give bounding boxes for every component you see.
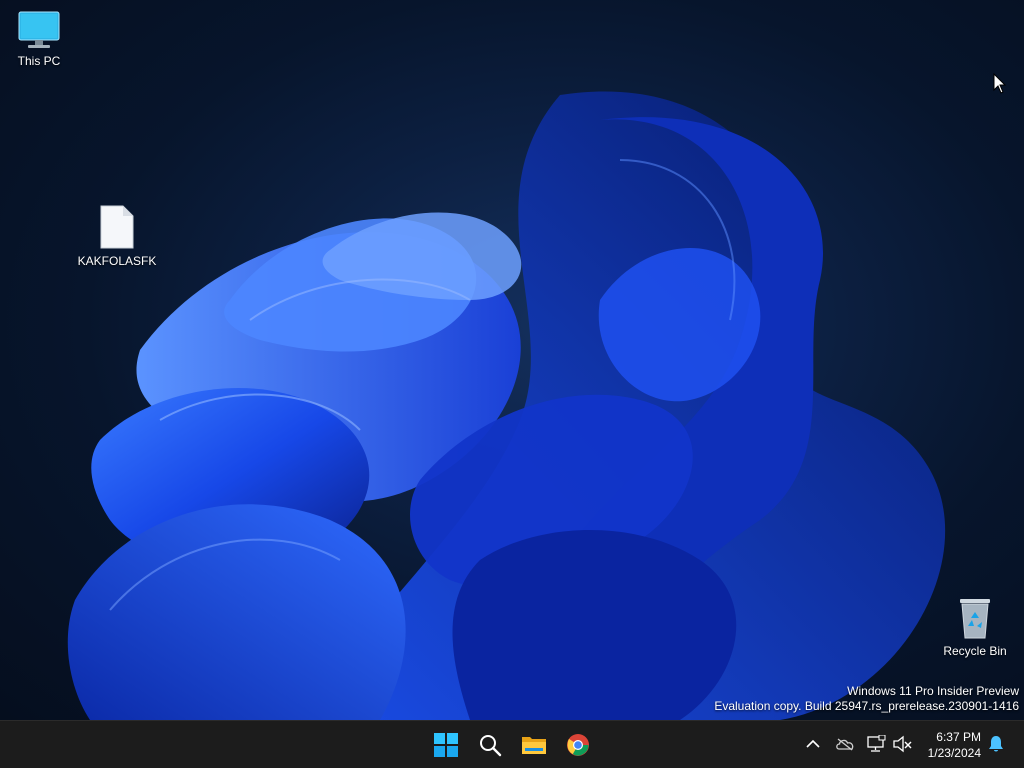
evaluation-watermark: Windows 11 Pro Insider Preview Evaluatio… xyxy=(714,684,1019,714)
mouse-pointer-icon xyxy=(993,73,1007,94)
search-button[interactable] xyxy=(472,727,508,763)
onedrive-icon xyxy=(836,738,854,751)
show-hidden-icons-button[interactable] xyxy=(802,733,824,755)
desktop-icon-label: Recycle Bin xyxy=(943,644,1007,658)
folder-icon xyxy=(522,737,546,754)
recycle-bin-icon xyxy=(960,599,990,639)
desktop-icon-recycle-bin[interactable]: Recycle Bin xyxy=(935,596,1015,658)
notification-bell-icon xyxy=(989,736,1003,752)
start-button[interactable] xyxy=(428,727,464,763)
taskbar: 6:37 PM 1/23/2024 xyxy=(0,720,1024,768)
search-icon xyxy=(480,735,502,757)
desktop-icon-this-pc[interactable]: This PC xyxy=(0,10,79,68)
chrome-icon xyxy=(567,734,589,756)
wallpaper-bloom xyxy=(67,91,946,720)
volume-tray-button[interactable] xyxy=(891,733,913,755)
network-tray-button[interactable] xyxy=(865,733,887,755)
chevron-up-icon xyxy=(806,739,820,748)
volume-muted-icon xyxy=(893,735,912,753)
this-pc-icon xyxy=(18,11,60,48)
notifications-button[interactable] xyxy=(985,733,1007,755)
desktop-icon-file[interactable]: KAKFOLASFK xyxy=(77,204,157,268)
desktop-icon-label: KAKFOLASFK xyxy=(77,254,157,268)
windows-logo-icon xyxy=(434,733,458,757)
desktop-icon-label: This PC xyxy=(17,54,61,68)
watermark-build: Evaluation copy. Build 25947.rs_prerelea… xyxy=(714,699,1019,713)
clock-button[interactable]: 6:37 PM 1/23/2024 xyxy=(928,729,981,761)
file-explorer-button[interactable] xyxy=(516,727,552,763)
network-icon xyxy=(867,735,886,752)
file-icon xyxy=(100,205,134,249)
watermark-edition: Windows 11 Pro Insider Preview xyxy=(847,684,1019,698)
desktop[interactable]: This PC KAKFOLASFK Recycle Bin Windows 1… xyxy=(0,0,1024,720)
chrome-button[interactable] xyxy=(560,727,596,763)
onedrive-tray-button[interactable] xyxy=(834,733,856,755)
clock-date: 1/23/2024 xyxy=(927,746,981,760)
clock-time: 6:37 PM xyxy=(936,730,981,744)
